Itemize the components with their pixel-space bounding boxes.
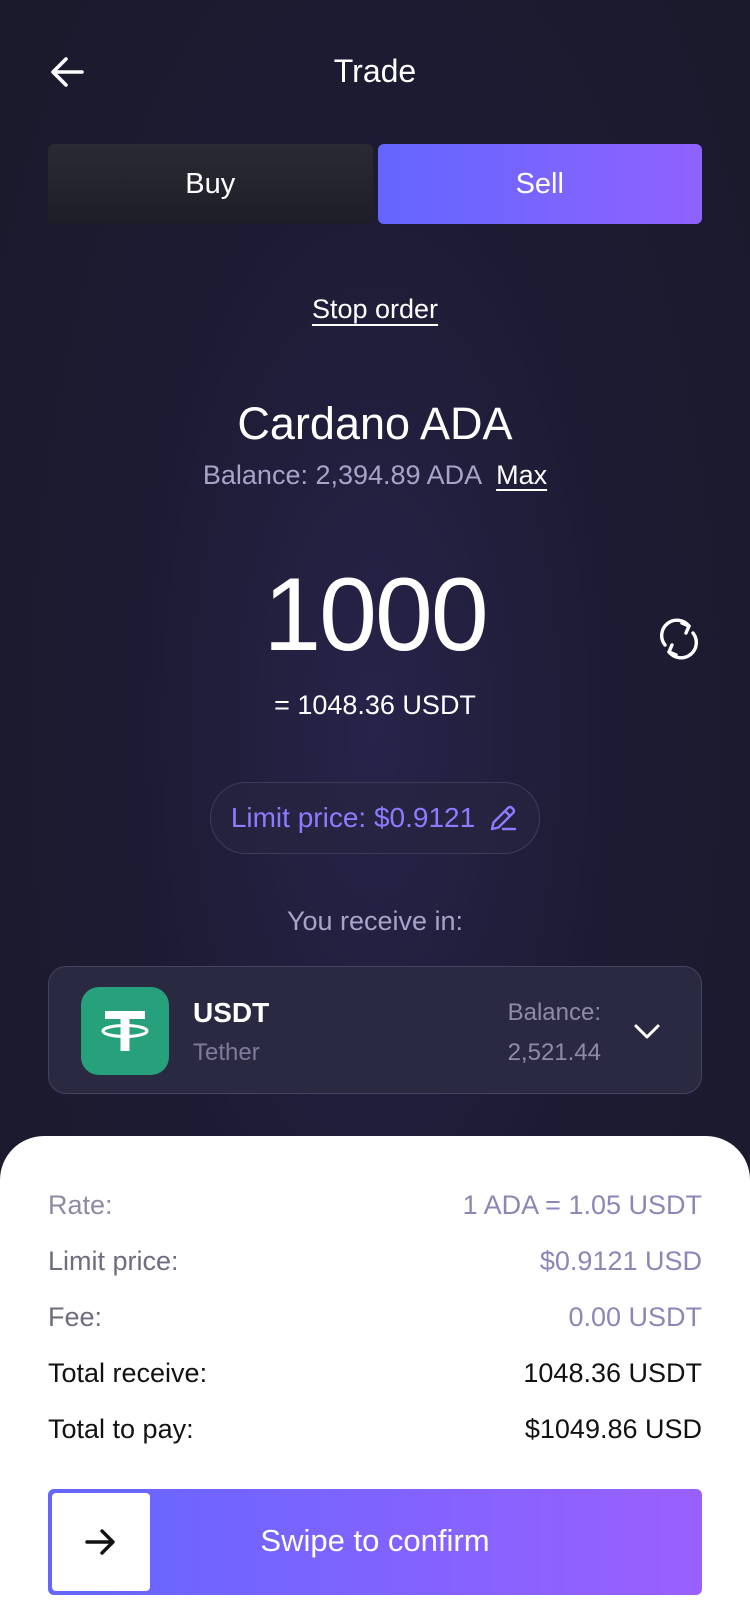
total-receive-label: Total receive:	[48, 1358, 208, 1388]
currency-balance-value: 2,521.44	[507, 1039, 601, 1066]
summary-rate-row: Rate: 1 ADA = 1.05 USDT	[48, 1190, 702, 1221]
tab-buy[interactable]: Buy	[48, 144, 373, 224]
chevron-down-icon	[634, 1024, 660, 1039]
buy-sell-toggle: Buy Sell	[48, 144, 702, 224]
total-pay-label: Total to pay:	[48, 1414, 194, 1444]
limit-price-label: Limit price: $0.9121	[230, 802, 476, 833]
currency-code: USDT	[193, 997, 270, 1028]
asset-balance-line: Balance: 2,394.89 ADA Max	[0, 460, 750, 491]
fee-label: Fee:	[48, 1302, 103, 1332]
swipe-handle[interactable]	[52, 1493, 150, 1591]
page-title: Trade	[333, 53, 417, 89]
amount-equivalent: = 1048.36 USDT	[274, 690, 476, 720]
currency-name: Tether	[193, 1039, 260, 1066]
asset-balance: Balance: 2,394.89 ADA	[202, 460, 483, 490]
amount-value[interactable]: 1000	[0, 560, 750, 670]
fee-value: 0.00 USDT	[568, 1302, 702, 1332]
swap-units-button[interactable]	[655, 615, 703, 663]
limit-price-value: $0.9121 USD	[539, 1246, 702, 1276]
tether-icon	[101, 1011, 149, 1051]
rate-label: Rate:	[48, 1190, 113, 1220]
limit-price-label: Limit price:	[48, 1246, 179, 1276]
receive-label: You receive in:	[286, 906, 464, 936]
pencil-icon	[490, 805, 517, 831]
tab-sell[interactable]: Sell	[377, 144, 702, 224]
swipe-to-confirm[interactable]: Swipe to confirm	[48, 1489, 702, 1595]
arrow-right-icon	[85, 1529, 115, 1555]
summary-limit-price-row: Limit price: $0.9121 USD	[48, 1246, 702, 1277]
max-link[interactable]: Max	[496, 460, 547, 491]
header: Trade	[0, 0, 750, 145]
refresh-cycle-icon	[660, 618, 698, 660]
summary-fee-row: Fee: 0.00 USDT	[48, 1302, 702, 1333]
stop-order-link[interactable]: Stop order	[0, 294, 750, 325]
total-pay-value: $1049.86 USD	[524, 1414, 702, 1444]
currency-balance-label: Balance:	[507, 999, 601, 1026]
asset-name: Cardano ADA	[237, 398, 513, 449]
receive-currency-selector[interactable]: USDT Tether Balance: 2,521.44	[48, 966, 702, 1094]
limit-price-button[interactable]: Limit price: $0.9121	[210, 782, 540, 854]
rate-value: 1 ADA = 1.05 USDT	[462, 1190, 702, 1220]
summary-total-pay-row: Total to pay: $1049.86 USD	[48, 1414, 702, 1445]
total-receive-value: 1048.36 USDT	[523, 1358, 702, 1388]
summary-total-receive-row: Total receive: 1048.36 USDT	[48, 1358, 702, 1389]
tether-logo	[81, 987, 169, 1075]
